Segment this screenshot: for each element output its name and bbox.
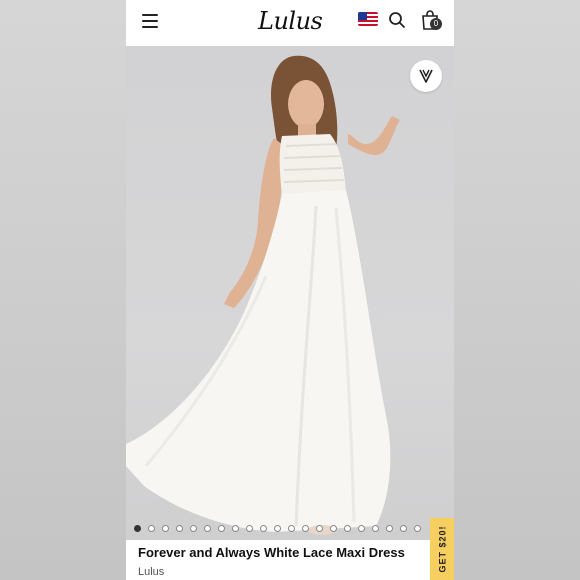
gallery-dot[interactable] [302,524,309,532]
site-logo[interactable]: Lulus [258,6,324,36]
gallery-dot[interactable] [400,524,407,532]
gallery-dot[interactable] [148,524,155,532]
gallery-dot[interactable] [218,524,225,532]
product-photo-model [126,55,400,535]
product-image[interactable] [126,46,454,540]
gallery-dot[interactable] [330,524,337,532]
gallery-dot[interactable] [190,524,197,532]
gallery-dot[interactable] [358,524,365,532]
gallery-dot[interactable] [274,524,281,532]
gallery-dot[interactable] [260,524,267,532]
gallery-dot[interactable] [134,524,141,532]
blurred-background-right [454,0,580,580]
gallery-dot[interactable] [162,524,169,532]
site-header: Lulus 0 [126,0,454,46]
product-title: Forever and Always White Lace Maxi Dress [138,545,405,560]
gallery-dot[interactable] [176,524,183,532]
gallery-dot[interactable] [288,524,295,532]
mobile-page: Lulus 0 Forever and Always White Lace Ma… [126,0,454,580]
gallery-dot[interactable] [386,524,393,532]
wishlist-button[interactable] [410,60,442,92]
gallery-dot[interactable] [372,524,379,532]
promo-label: GET $20! [437,525,448,573]
gallery-pagination [134,523,421,533]
product-brand[interactable]: Lulus [138,566,164,578]
gallery-dot[interactable] [316,524,323,532]
gallery-dot[interactable] [344,524,351,532]
gallery-dot[interactable] [414,524,421,532]
search-icon[interactable] [388,11,406,29]
gallery-dot[interactable] [232,524,239,532]
blurred-background-left [0,0,126,580]
heart-v-icon [419,69,433,83]
promo-tab[interactable]: GET $20! [430,518,454,580]
us-flag-icon[interactable] [358,12,378,26]
cart-count-badge: 0 [430,18,442,30]
hamburger-menu-icon[interactable] [142,14,158,28]
gallery-dot[interactable] [204,524,211,532]
gallery-dot[interactable] [246,524,253,532]
